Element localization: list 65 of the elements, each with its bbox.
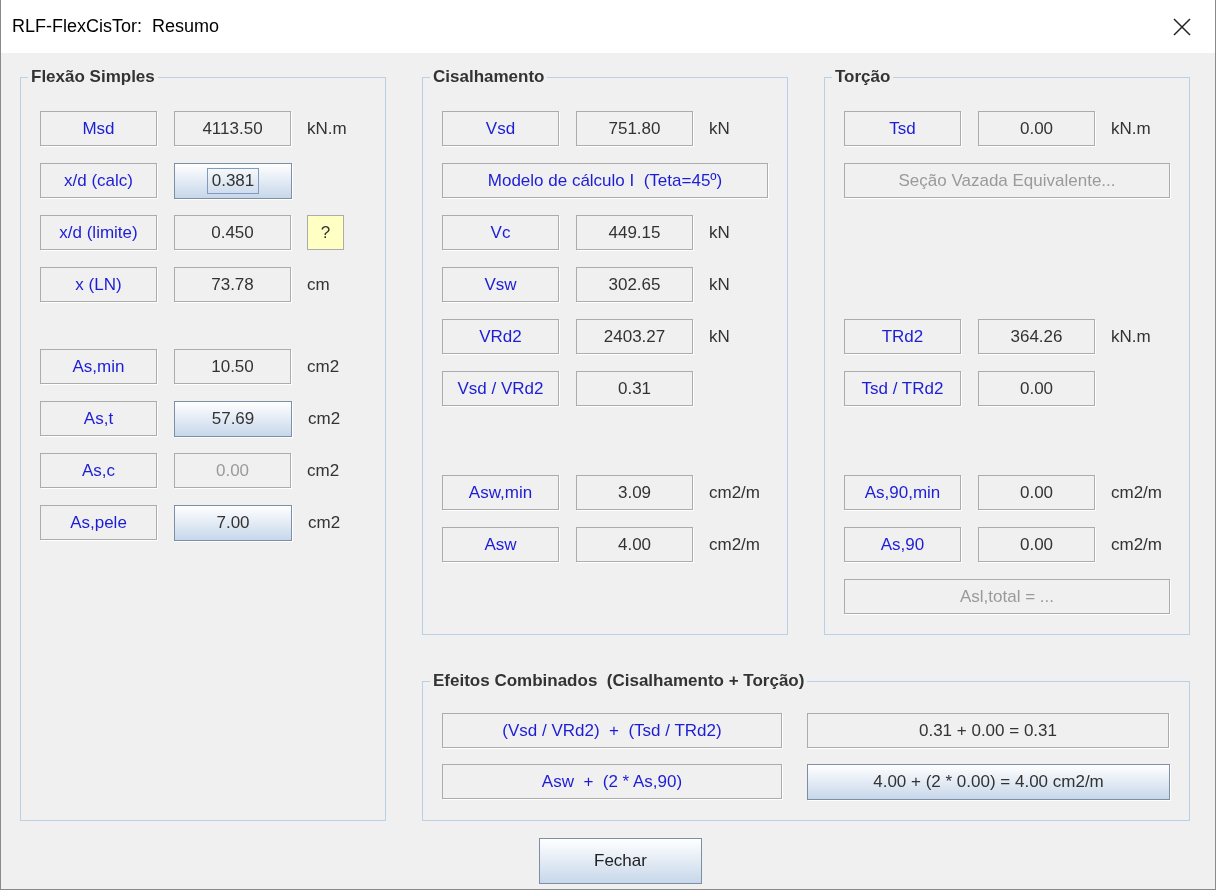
unit-label: cm2/m (709, 482, 760, 503)
unit-label: cm2 (308, 512, 341, 533)
quantity-label: Asw (442, 527, 559, 562)
quantity-label: x/d (limite) (40, 215, 157, 250)
unit-label: kN (709, 274, 730, 295)
quantity-label: As,pele (40, 505, 157, 540)
unit-label: cm2/m (1111, 482, 1162, 503)
value-field: 73.78 (174, 267, 291, 302)
unit-label: cm2/m (1111, 534, 1162, 555)
quantity-label: As,t (40, 401, 157, 436)
unit-label: cm2 (308, 408, 341, 429)
unit-label: kN.m (307, 118, 347, 139)
quantity-label: Tsd (844, 111, 961, 146)
value-field: 0.31 + 0.00 = 0.31 (807, 713, 1169, 748)
quantity-label: As,90,min (844, 475, 961, 510)
close-button[interactable]: Fechar (539, 838, 702, 884)
formula-label: Asw + (2 * As,90) (442, 764, 782, 799)
value-field: 0.450 (174, 215, 291, 250)
unit-label: cm2 (307, 460, 340, 481)
value-field: 3.09 (576, 475, 693, 510)
value-field: 10.50 (174, 349, 291, 384)
value-field: 0.381 (174, 162, 292, 199)
unit-label: kN.m (1111, 326, 1151, 347)
value-field: 2403.27 (576, 319, 693, 354)
value-field: 0.00 (978, 111, 1095, 146)
unit-label: cm2 (307, 356, 340, 377)
close-icon[interactable] (1173, 17, 1191, 36)
unit-label: cm2/m (709, 534, 760, 555)
window-title: RLF-FlexCisTor: Resumo (12, 16, 220, 37)
value-field: 302.65 (576, 267, 693, 302)
quantity-label: As,90 (844, 527, 961, 562)
value-field: 364.26 (978, 319, 1095, 354)
quantity-label: Vsd (442, 111, 559, 146)
help-button[interactable]: ? (307, 215, 344, 250)
quantity-label: Msd (40, 111, 157, 146)
value-field: 0.31 (576, 371, 693, 406)
value-field: 0.00 (978, 371, 1095, 406)
quantity-label: Vsd / VRd2 (442, 371, 559, 406)
quantity-label: x (LN) (40, 267, 157, 302)
quantity-label: x/d (calc) (40, 163, 157, 198)
value-field: 4.00 (576, 527, 693, 562)
quantity-label: Asw,min (442, 475, 559, 510)
value-field: 0.00 (978, 475, 1095, 510)
quantity-label: TRd2 (844, 319, 961, 354)
unit-label: kN (709, 326, 730, 347)
quantity-label: As,c (40, 453, 157, 488)
value-field: 4113.50 (174, 111, 291, 146)
value-field: 4.00 + (2 * 0.00) = 4.00 cm2/m (807, 763, 1170, 800)
value-field: 0.00 (174, 453, 291, 488)
value-field: 0.00 (978, 527, 1095, 562)
quantity-label: As,min (40, 349, 157, 384)
quantity-label: Vsw (442, 267, 559, 302)
quantity-label: VRd2 (442, 319, 559, 354)
value-field: 751.80 (576, 111, 693, 146)
value-field: 449.15 (576, 215, 693, 250)
wide-button[interactable]: Modelo de cálculo I (Teta=45º) (442, 163, 768, 198)
quantity-label: Tsd / TRd2 (844, 371, 961, 406)
unit-label: kN (709, 222, 730, 243)
unit-label: kN (709, 118, 730, 139)
quantity-label: Vc (442, 215, 559, 250)
value-field: 57.69 (174, 400, 292, 437)
formula-label: (Vsd / VRd2) + (Tsd / TRd2) (442, 713, 782, 748)
value-field: 7.00 (174, 504, 292, 541)
unit-label: kN.m (1111, 118, 1151, 139)
unit-label: cm (307, 274, 330, 295)
